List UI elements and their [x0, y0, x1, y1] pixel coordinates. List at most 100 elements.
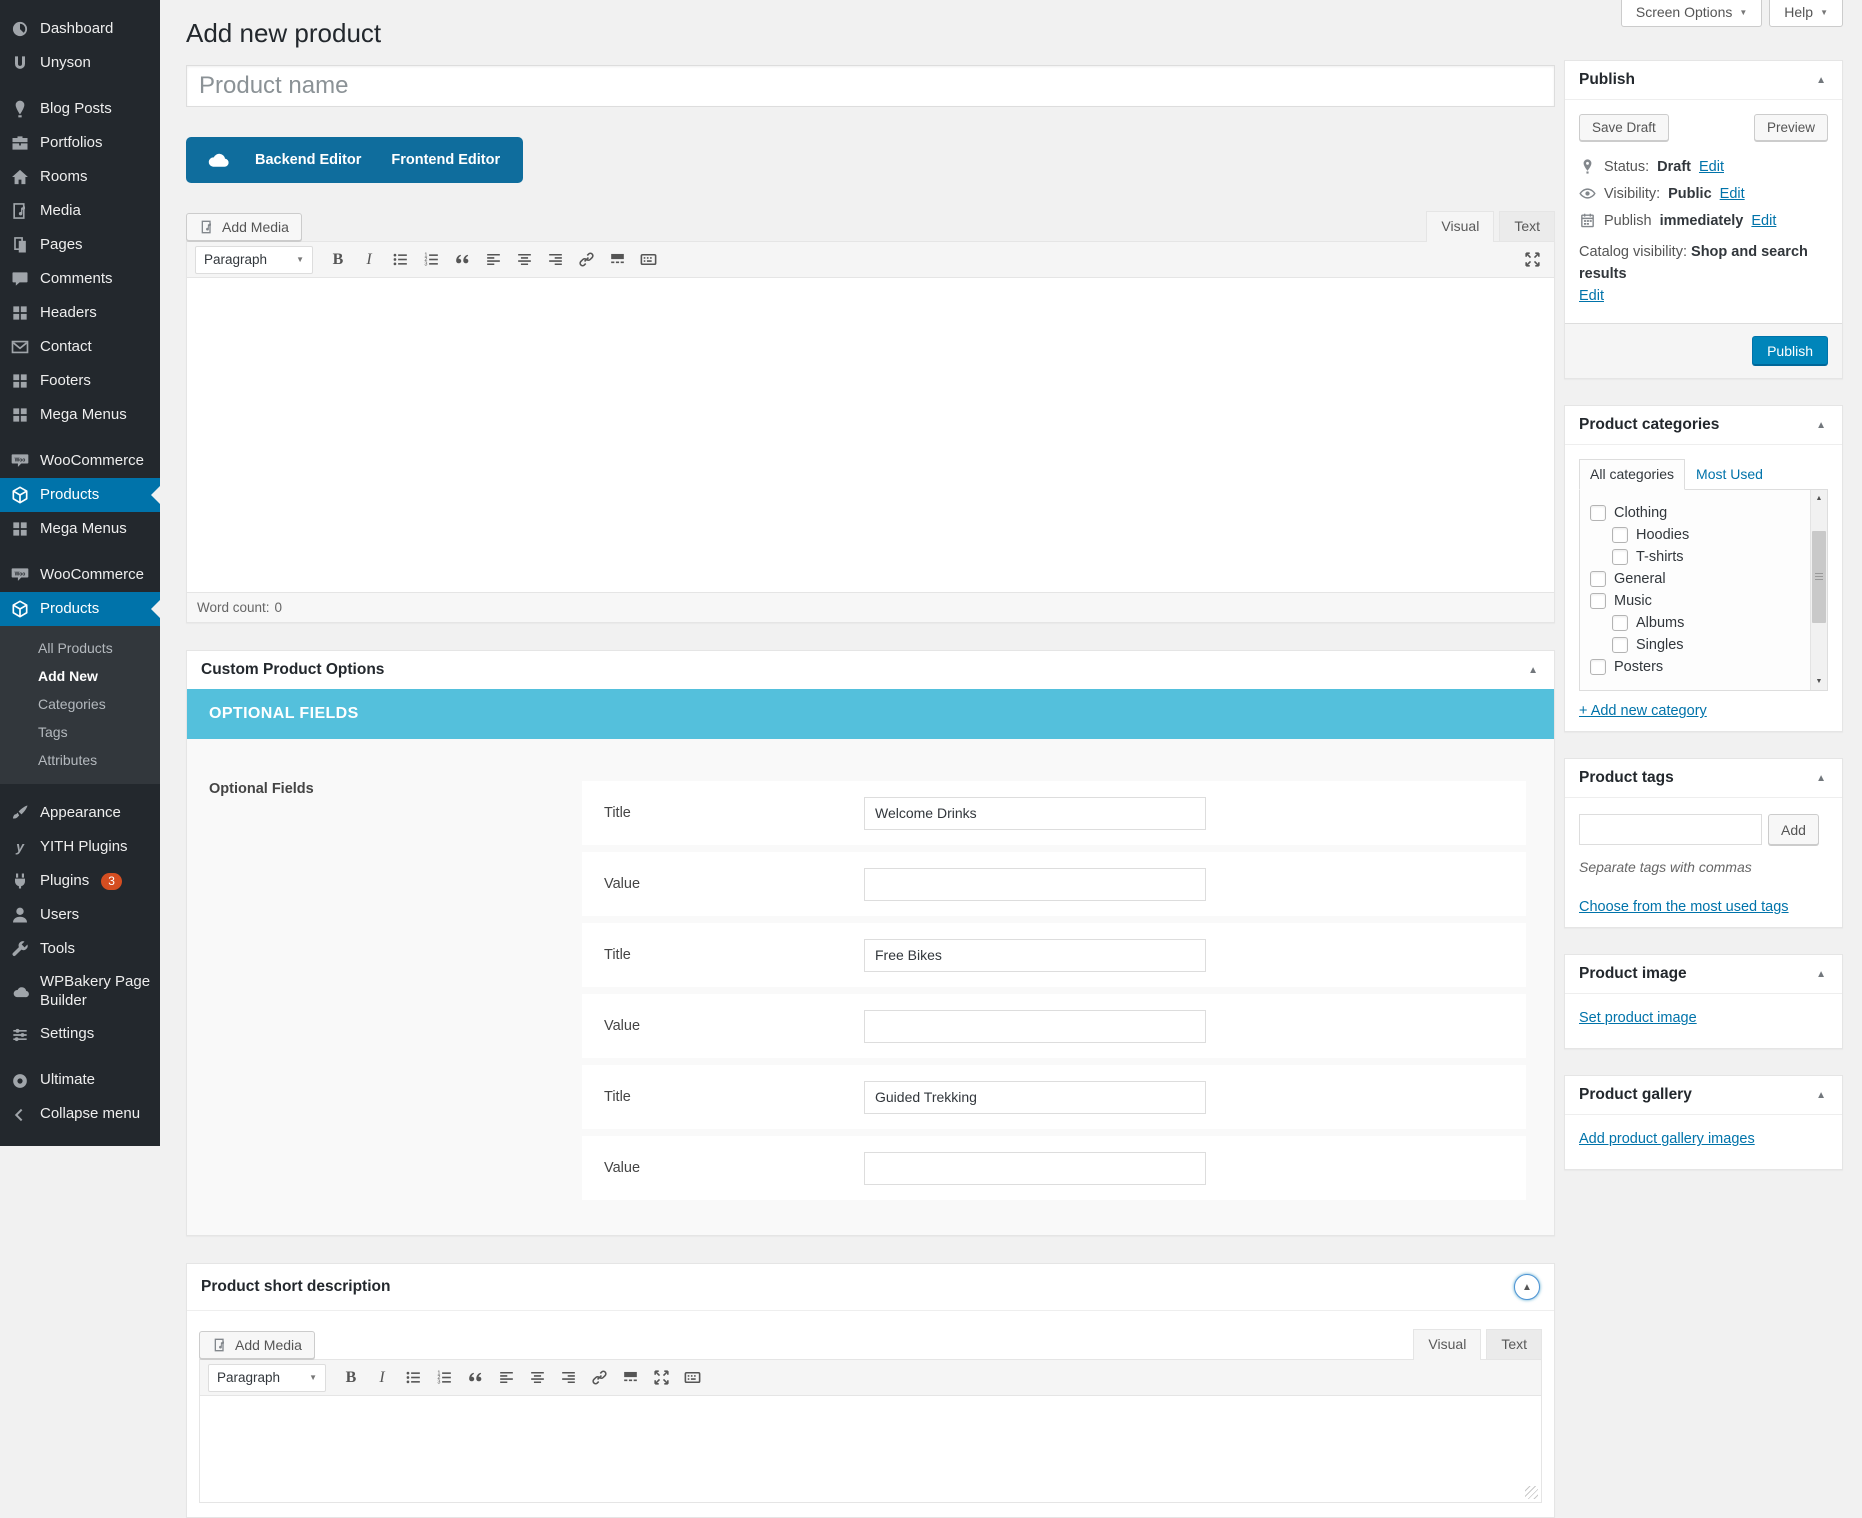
toggle-panel-button[interactable]: ▲	[1514, 1274, 1540, 1300]
sidebar-item-yith-plugins[interactable]: YITH Plugins	[0, 830, 160, 864]
sidebar-item-tools[interactable]: Tools	[0, 932, 160, 966]
sidebar-item-footers[interactable]: Footers	[0, 364, 160, 398]
collapse-menu-button[interactable]: Collapse menu	[0, 1098, 160, 1132]
add-new-category-link[interactable]: + Add new category	[1579, 703, 1707, 719]
sidebar-item-users[interactable]: Users	[0, 898, 160, 932]
scrollbar-thumb[interactable]	[1812, 531, 1826, 623]
sidebar-item-headers[interactable]: Headers	[0, 296, 160, 330]
align-center-button[interactable]	[523, 1365, 551, 1391]
tab-visual[interactable]: Visual	[1426, 211, 1494, 242]
sidebar-item-products-2[interactable]: Products	[0, 592, 160, 626]
toggle-panel-icon[interactable]: ▲	[1814, 1090, 1828, 1101]
title-field-input[interactable]	[864, 1081, 1206, 1114]
sidebar-item-woocommerce[interactable]: WooCommerce	[0, 444, 160, 478]
scroll-down-button[interactable]: ▼	[1811, 673, 1827, 690]
main-editor-content[interactable]	[187, 278, 1554, 592]
sidebar-item-comments[interactable]: Comments	[0, 262, 160, 296]
save-draft-button[interactable]: Save Draft	[1579, 114, 1669, 141]
paragraph-format-select[interactable]: Paragraph▼	[208, 1364, 326, 1392]
sidebar-item-wpbakery-page-builder[interactable]: WPBakery Page Builder	[0, 966, 160, 1018]
tab-visual[interactable]: Visual	[1413, 1329, 1481, 1360]
paragraph-format-select[interactable]: Paragraph▼	[195, 246, 313, 274]
value-field-input[interactable]	[864, 868, 1206, 901]
value-field-input[interactable]	[864, 1152, 1206, 1185]
numbered-list-button[interactable]	[430, 1365, 458, 1391]
read-more-button[interactable]	[603, 247, 631, 273]
sidebar-item-appearance[interactable]: Appearance	[0, 796, 160, 830]
tab-all-categories[interactable]: All categories	[1579, 459, 1685, 490]
sidebar-item-settings[interactable]: Settings	[0, 1018, 160, 1052]
sidebar-item-media[interactable]: Media	[0, 194, 160, 228]
checkbox-singles[interactable]	[1612, 637, 1628, 653]
keyboard-shortcuts-button[interactable]	[678, 1365, 706, 1391]
numbered-list-button[interactable]	[417, 247, 445, 273]
toggle-panel-icon[interactable]: ▲	[1526, 665, 1540, 676]
italic-button[interactable]: I	[355, 247, 383, 273]
bulleted-list-button[interactable]	[386, 247, 414, 273]
backend-editor-button[interactable]: Backend Editor	[240, 137, 376, 183]
submenu-item-all-products[interactable]: All Products	[0, 634, 160, 662]
fullscreen-button[interactable]	[647, 1365, 675, 1391]
submenu-item-attributes[interactable]: Attributes	[0, 746, 160, 774]
checkbox-t-shirts[interactable]	[1612, 549, 1628, 565]
add-tag-button[interactable]: Add	[1768, 814, 1819, 845]
frontend-editor-button[interactable]: Frontend Editor	[376, 137, 515, 183]
set-product-image-link[interactable]: Set product image	[1579, 1010, 1697, 1026]
sidebar-item-plugins[interactable]: Plugins3	[0, 864, 160, 898]
toggle-panel-icon[interactable]: ▲	[1814, 75, 1828, 86]
resize-handle[interactable]	[1525, 1486, 1538, 1499]
tab-most-used[interactable]: Most Used	[1685, 459, 1774, 490]
sidebar-item-blog-posts[interactable]: Blog Posts	[0, 92, 160, 126]
toggle-panel-icon[interactable]: ▲	[1814, 420, 1828, 431]
tab-text[interactable]: Text	[1486, 1329, 1542, 1359]
checkbox-clothing[interactable]	[1590, 505, 1606, 521]
submenu-item-add-new[interactable]: Add New	[0, 662, 160, 690]
add-media-button[interactable]: Add Media	[186, 213, 302, 241]
title-field-input[interactable]	[864, 797, 1206, 830]
most-used-tags-link[interactable]: Choose from the most used tags	[1579, 899, 1789, 915]
sidebar-item-portfolios[interactable]: Portfolios	[0, 126, 160, 160]
tab-text[interactable]: Text	[1499, 211, 1555, 241]
align-right-button[interactable]	[554, 1365, 582, 1391]
toggle-panel-icon[interactable]: ▲	[1814, 773, 1828, 784]
align-right-button[interactable]	[541, 247, 569, 273]
scrollbar[interactable]: ▲ ▼	[1810, 490, 1827, 690]
title-field-input[interactable]	[864, 939, 1206, 972]
screen-options-button[interactable]: Screen Options▼	[1621, 0, 1762, 27]
edit-schedule-link[interactable]: Edit	[1751, 213, 1776, 229]
value-field-input[interactable]	[864, 1010, 1206, 1043]
bold-button[interactable]: B	[324, 247, 352, 273]
sidebar-item-rooms[interactable]: Rooms	[0, 160, 160, 194]
add-media-button[interactable]: Add Media	[199, 1331, 315, 1359]
scroll-up-button[interactable]: ▲	[1811, 490, 1827, 507]
publish-button[interactable]: Publish	[1752, 336, 1828, 366]
product-name-input[interactable]	[186, 65, 1555, 107]
checkbox-general[interactable]	[1590, 571, 1606, 587]
checkbox-music[interactable]	[1590, 593, 1606, 609]
submenu-item-categories[interactable]: Categories	[0, 690, 160, 718]
edit-catalog-link[interactable]: Edit	[1579, 288, 1604, 304]
bold-button[interactable]: B	[337, 1365, 365, 1391]
sidebar-item-unyson[interactable]: Unyson	[0, 46, 160, 80]
edit-visibility-link[interactable]: Edit	[1720, 186, 1745, 202]
sidebar-item-pages[interactable]: Pages	[0, 228, 160, 262]
sidebar-item-ultimate[interactable]: Ultimate	[0, 1064, 160, 1098]
new-tag-input[interactable]	[1579, 814, 1762, 845]
checkbox-posters[interactable]	[1590, 659, 1606, 675]
align-left-button[interactable]	[479, 247, 507, 273]
insert-link-button[interactable]	[585, 1365, 613, 1391]
preview-button[interactable]: Preview	[1754, 114, 1828, 141]
blockquote-button[interactable]	[448, 247, 476, 273]
edit-status-link[interactable]: Edit	[1699, 159, 1724, 175]
checkbox-hoodies[interactable]	[1612, 527, 1628, 543]
distraction-free-button[interactable]	[1518, 247, 1546, 273]
add-gallery-images-link[interactable]: Add product gallery images	[1579, 1131, 1755, 1147]
sidebar-item-mega-menus[interactable]: Mega Menus	[0, 398, 160, 432]
italic-button[interactable]: I	[368, 1365, 396, 1391]
sidebar-item-contact[interactable]: Contact	[0, 330, 160, 364]
toggle-panel-icon[interactable]: ▲	[1814, 969, 1828, 980]
blockquote-button[interactable]	[461, 1365, 489, 1391]
sidebar-item-woocommerce-2[interactable]: WooCommerce	[0, 558, 160, 592]
bulleted-list-button[interactable]	[399, 1365, 427, 1391]
scrollbar-track[interactable]	[1811, 507, 1827, 673]
